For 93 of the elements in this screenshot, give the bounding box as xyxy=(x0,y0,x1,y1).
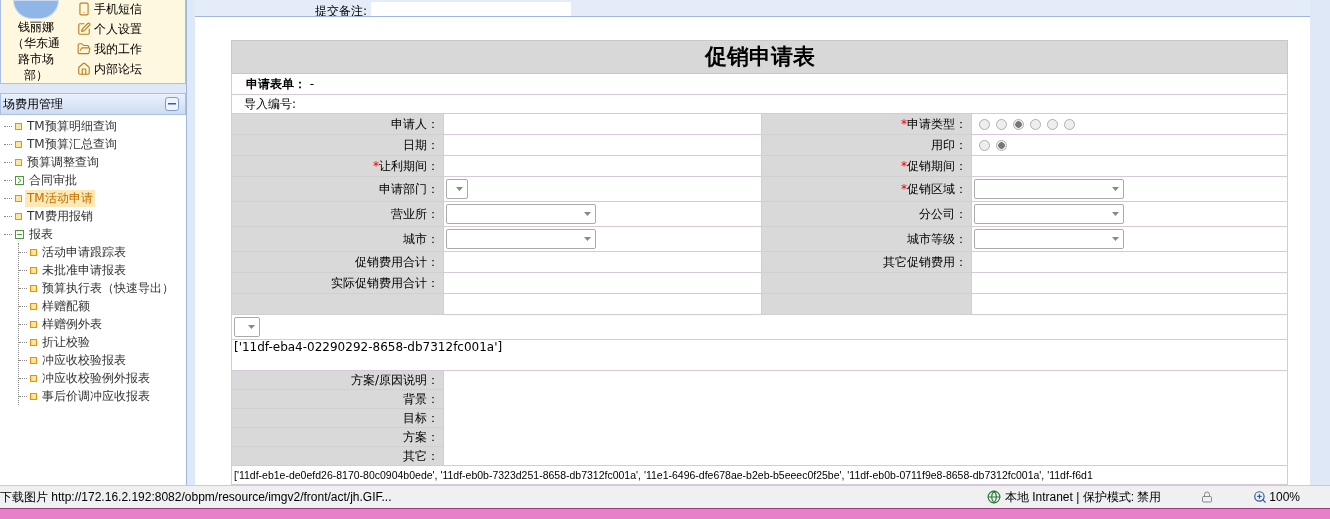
dropdown-arrow-icon xyxy=(584,237,591,241)
field-label: 城市： xyxy=(231,226,444,252)
dropdown[interactable] xyxy=(974,179,1124,199)
field-label: 分公司： xyxy=(761,201,972,227)
dropdown[interactable] xyxy=(446,179,468,199)
menu-item[interactable]: 预算执行表（快速导出） xyxy=(19,279,186,297)
user-name: 钱丽娜（华东通路市场部） xyxy=(11,19,61,83)
dropdown[interactable] xyxy=(974,204,1124,224)
globe-icon xyxy=(986,490,1001,504)
square-icon xyxy=(30,302,37,310)
user-link[interactable]: 手机短信 xyxy=(77,0,142,18)
menu-item[interactable]: 折让校验 xyxy=(19,333,186,351)
user-link[interactable]: 我的工作 xyxy=(77,40,142,58)
square-icon xyxy=(30,338,37,346)
id-text: ['11df-eba4-02290292-8658-db7312fc001a'] xyxy=(231,339,1288,371)
menu-item[interactable]: 未批准申请报表 xyxy=(19,261,186,279)
field-label: 营业所： xyxy=(231,201,444,227)
menu-item[interactable]: 预算调整查询 xyxy=(4,153,186,171)
lock-icon xyxy=(1201,491,1214,503)
radio-button[interactable] xyxy=(1047,118,1058,130)
field-label: *促销区域： xyxy=(761,176,972,202)
menu-item[interactable]: 事后价调冲应收报表 xyxy=(19,387,186,405)
status-text: 下载图片 http://172.16.2.192:8082/obpm/resource/imgv2/front/act/jh.GIF... xyxy=(0,488,393,506)
menu-item[interactable]: 冲应收校验报表 xyxy=(19,351,186,369)
square-icon xyxy=(15,158,22,166)
dropdown[interactable] xyxy=(234,317,260,337)
dropdown-arrow-icon xyxy=(1112,187,1119,191)
import-number-label: 导入编号: xyxy=(231,94,1288,114)
menu-item[interactable]: 合同审批 xyxy=(4,171,186,189)
dropdown-arrow-icon xyxy=(248,325,255,329)
dropdown-arrow-icon xyxy=(1112,212,1119,216)
form-title: 促销申请表 xyxy=(231,40,1288,74)
field-label: *让利期间： xyxy=(231,155,444,177)
menu-item[interactable]: 活动申请跟踪表 xyxy=(19,243,186,261)
form-number: 申请表单： - xyxy=(231,73,1288,95)
radio-button[interactable] xyxy=(1064,118,1075,130)
zoom-icon xyxy=(1253,490,1268,504)
square-icon xyxy=(30,320,37,328)
field-label: 实际促销费用合计： xyxy=(231,272,444,294)
square-icon xyxy=(30,248,37,256)
radio-button[interactable] xyxy=(979,139,990,151)
folder-icon xyxy=(77,42,91,56)
phone-icon xyxy=(77,2,91,16)
radio-button[interactable] xyxy=(996,139,1007,151)
menu-item[interactable]: 样赠配额 xyxy=(19,297,186,315)
radio-button[interactable] xyxy=(996,118,1007,130)
menu-item[interactable]: 报表 xyxy=(4,225,186,243)
minus-icon xyxy=(168,103,176,105)
menu-title: 场费用管理 xyxy=(3,95,63,113)
menu-item[interactable]: TM费用报销 xyxy=(4,207,186,225)
field-label: *促销期间： xyxy=(761,155,972,177)
square-icon xyxy=(15,140,22,148)
field-label: 用印： xyxy=(761,134,972,156)
square-icon xyxy=(15,212,22,220)
dropdown-arrow-icon xyxy=(456,187,463,191)
dropdown-arrow-icon xyxy=(584,212,591,216)
field-label: 促销费用合计： xyxy=(231,251,444,273)
menu-item[interactable]: TM预算明细查询 xyxy=(4,117,186,135)
square-icon xyxy=(30,374,37,382)
square-icon xyxy=(15,194,22,202)
field-label: 日期： xyxy=(231,134,444,156)
zoom-control[interactable]: 100% xyxy=(1253,490,1330,504)
dropdown-arrow-icon xyxy=(1112,237,1119,241)
dropdown[interactable] xyxy=(446,204,596,224)
dropdown[interactable] xyxy=(446,229,596,249)
square-icon xyxy=(15,122,22,130)
radio-button[interactable] xyxy=(1013,118,1024,130)
square-icon xyxy=(30,284,37,292)
menu-item[interactable]: 样赠例外表 xyxy=(19,315,186,333)
zone-text: 本地 Intranet | 保护模式: 禁用 xyxy=(1004,488,1162,506)
square-icon xyxy=(30,266,37,274)
user-link[interactable]: 内部论坛 xyxy=(77,60,142,78)
square-icon xyxy=(30,392,37,400)
expand-icon[interactable] xyxy=(15,175,24,185)
field-label: *申请类型： xyxy=(761,113,972,135)
avatar xyxy=(13,0,59,19)
menu-item[interactable]: 冲应收校验例外报表 xyxy=(19,369,186,387)
field-label: 申请人： xyxy=(231,113,444,135)
remark-field[interactable] xyxy=(371,2,572,16)
radio-button[interactable] xyxy=(1030,118,1041,130)
field-label: 其它促销费用： xyxy=(761,251,972,273)
user-link[interactable]: 个人设置 xyxy=(77,20,142,38)
square-icon xyxy=(30,356,37,364)
house-icon xyxy=(77,62,91,76)
collapse-button[interactable] xyxy=(165,97,179,111)
menu-item[interactable]: TM预算汇总查询 xyxy=(4,135,186,153)
dropdown[interactable] xyxy=(974,229,1124,249)
radio-button[interactable] xyxy=(979,118,990,130)
collapse-icon[interactable] xyxy=(15,229,24,239)
field-label: 城市等级： xyxy=(761,226,972,252)
edit-icon xyxy=(77,22,91,36)
id-list-text: ['11df-eb1e-de0efd26-8170-80c0904b0ede', '11df-eb0b-7323d251-8658-db7312fc001a', '11e1-6496-dfe678ae-b2eb-b5eeec0f25be', '11df-eb0b-0711f9e8-8658-db7312fc001a', '11df-f6d1 xyxy=(231,465,1288,485)
field-label: 申请部门： xyxy=(231,176,444,202)
